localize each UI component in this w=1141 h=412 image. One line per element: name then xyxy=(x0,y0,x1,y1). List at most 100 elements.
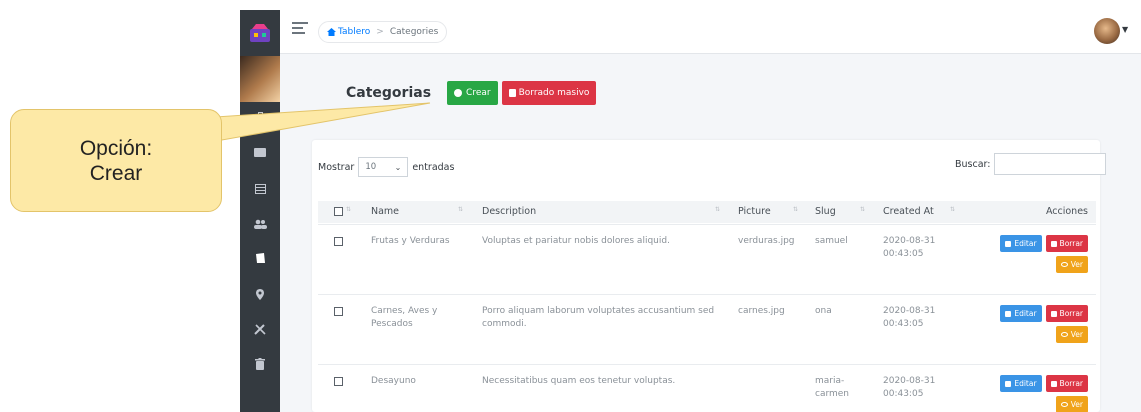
map-pin-icon[interactable] xyxy=(240,279,280,309)
trash-icon xyxy=(1050,310,1057,317)
eye-icon xyxy=(1060,262,1068,267)
cell-slug: ona xyxy=(815,306,832,316)
users-icon[interactable] xyxy=(240,209,280,239)
table-row: Desayuno Necessitatibus quam eos tenetur… xyxy=(318,364,1096,412)
user-photo[interactable] xyxy=(240,56,280,102)
delete-button-label: Borrar xyxy=(1059,239,1083,248)
box-icon[interactable] xyxy=(240,243,280,273)
sort-icon[interactable]: ⇅ xyxy=(458,206,463,213)
search-input[interactable] xyxy=(994,153,1107,175)
money-icon[interactable] xyxy=(240,137,280,167)
table-header: ⇅ Name ⇅ Description ⇅ Picture ⇅ Slug ⇅ … xyxy=(318,201,1096,223)
view-button-label: Ver xyxy=(1070,330,1083,339)
cell-description: Necessitatibus quam eos tenetur voluptas… xyxy=(482,376,676,386)
edit-icon xyxy=(1005,380,1012,387)
edit-icon xyxy=(1005,240,1012,247)
view-button[interactable]: Ver xyxy=(1055,256,1088,273)
chevron-down-icon: ⌄ xyxy=(394,162,402,172)
cell-name: Frutas y Verduras xyxy=(371,236,450,246)
column-header-slug[interactable]: Slug xyxy=(815,206,836,217)
categories-card: Mostrar 10 ⌄ entradas Buscar: ⇅ Name ⇅ D… xyxy=(312,140,1107,412)
breadcrumb-home-link[interactable]: Tablero xyxy=(338,27,370,37)
cell-picture: carnes.jpg xyxy=(738,306,785,316)
table-row: Frutas y Verduras Voluptas et pariatur n… xyxy=(318,224,1096,294)
page-length-select[interactable]: 10 ⌄ xyxy=(358,157,409,177)
delete-button[interactable]: Borrar xyxy=(1045,375,1088,392)
cell-created-at: 2020-08-31 00:43:05 xyxy=(883,376,936,399)
create-button-label: Crear xyxy=(466,88,491,98)
menu-icon[interactable] xyxy=(292,22,308,36)
bulk-delete-button[interactable]: Borrado masivo xyxy=(501,81,597,105)
delete-button[interactable]: Borrar xyxy=(1045,235,1088,252)
edit-button-label: Editar xyxy=(1014,309,1037,318)
show-label: Mostrar xyxy=(318,161,355,173)
column-header-created-at[interactable]: Created At xyxy=(883,206,934,217)
trash-icon xyxy=(508,89,516,97)
select-all-checkbox[interactable] xyxy=(334,207,343,216)
chevron-down-icon[interactable]: ▼ xyxy=(1122,25,1128,34)
row-actions: Editar Borrar Ver xyxy=(990,375,1088,412)
cell-created-at: 2020-08-31 00:43:05 xyxy=(883,306,936,329)
delete-button-label: Borrar xyxy=(1059,309,1083,318)
column-header-picture[interactable]: Picture xyxy=(738,206,771,217)
page-length-control: Mostrar 10 ⌄ entradas xyxy=(318,157,454,177)
delete-button-label: Borrar xyxy=(1059,379,1083,388)
edit-button[interactable]: Editar xyxy=(1000,235,1042,252)
tools-icon[interactable] xyxy=(240,314,280,344)
shop-logo-icon[interactable] xyxy=(240,10,280,55)
home-icon xyxy=(327,28,336,36)
create-button[interactable]: Crear xyxy=(447,81,498,105)
main-content: Tablero > Categories ▼ Categorias Crear … xyxy=(280,10,1141,412)
column-header-actions: Acciones xyxy=(1045,206,1088,217)
column-header-description[interactable]: Description xyxy=(482,206,536,217)
view-button-label: Ver xyxy=(1070,400,1083,409)
cell-name: Desayuno xyxy=(371,376,416,386)
trash-icon[interactable] xyxy=(240,349,280,379)
briefcase-icon[interactable] xyxy=(240,102,280,132)
page-header: Categorias Crear Borrado masivo xyxy=(346,80,600,106)
trash-icon xyxy=(1050,380,1057,387)
edit-icon xyxy=(1005,310,1012,317)
callout-box: Opción: Crear xyxy=(10,109,222,212)
view-button[interactable]: Ver xyxy=(1055,326,1088,343)
user-avatar[interactable] xyxy=(1094,18,1120,44)
eye-icon xyxy=(1060,402,1068,407)
cell-slug: samuel xyxy=(815,236,848,246)
view-button-label: Ver xyxy=(1070,260,1083,269)
breadcrumb: Tablero > Categories xyxy=(318,21,448,43)
plus-circle-icon xyxy=(454,89,463,97)
edit-button[interactable]: Editar xyxy=(1000,375,1042,392)
row-actions: Editar Borrar Ver xyxy=(990,305,1088,347)
edit-button-label: Editar xyxy=(1014,379,1037,388)
view-button[interactable]: Ver xyxy=(1055,396,1088,412)
cell-description: Voluptas et pariatur nobis dolores aliqu… xyxy=(482,236,670,246)
trash-icon xyxy=(1050,240,1057,247)
search-label: Buscar: xyxy=(955,158,991,170)
sort-icon[interactable]: ⇅ xyxy=(860,206,865,213)
cell-description: Porro aliquam laborum voluptates accusan… xyxy=(482,306,715,329)
row-checkbox[interactable] xyxy=(334,377,343,386)
row-actions: Editar Borrar Ver xyxy=(990,235,1088,277)
sort-icon[interactable]: ⇅ xyxy=(346,206,351,213)
row-checkbox[interactable] xyxy=(334,237,343,246)
bulk-delete-label: Borrado masivo xyxy=(518,88,590,98)
row-checkbox[interactable] xyxy=(334,307,343,316)
table-row: Carnes, Aves y Pescados Porro aliquam la… xyxy=(318,294,1096,364)
cell-picture: verduras.jpg xyxy=(738,236,795,246)
eye-icon xyxy=(1060,332,1068,337)
sidebar xyxy=(240,10,280,412)
search-control: Buscar: xyxy=(955,153,1107,175)
sort-icon[interactable]: ⇅ xyxy=(715,206,720,213)
edit-button[interactable]: Editar xyxy=(1000,305,1042,322)
callout-text: Opción: Crear xyxy=(79,136,153,185)
edit-button-label: Editar xyxy=(1014,239,1037,248)
sort-icon[interactable]: ⇅ xyxy=(793,206,798,213)
page-title: Categorias xyxy=(346,85,432,101)
delete-button[interactable]: Borrar xyxy=(1045,305,1088,322)
calendar-icon[interactable] xyxy=(240,173,280,203)
sort-icon[interactable]: ⇅ xyxy=(950,206,955,213)
cell-name: Carnes, Aves y Pescados xyxy=(371,306,438,329)
cell-created-at: 2020-08-31 00:43:05 xyxy=(883,236,936,259)
column-header-name[interactable]: Name xyxy=(371,206,399,217)
page-length-value: 10 xyxy=(365,162,377,172)
